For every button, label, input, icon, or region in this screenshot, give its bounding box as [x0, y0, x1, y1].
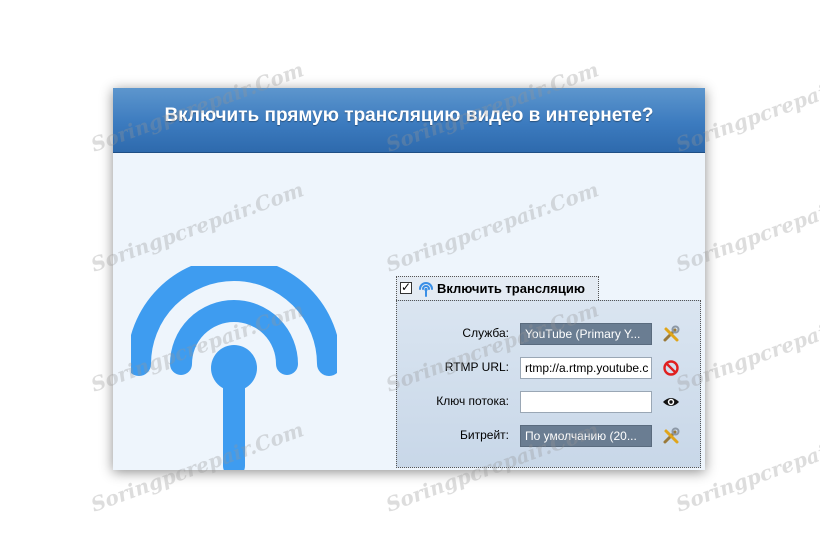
broadcast-signal-icon	[131, 266, 337, 470]
enable-broadcast-checkbox[interactable]: ✓	[400, 281, 412, 294]
stream-key-label: Ключ потока:	[436, 394, 509, 408]
service-select[interactable]: YouTube (Primary Y...	[520, 323, 652, 345]
bitrate-row: Битрейт: По умолчанию (20...	[397, 425, 700, 447]
dialog-header: Включить прямую трансляцию видео в интер…	[113, 88, 705, 153]
bitrate-select[interactable]: По умолчанию (20...	[520, 425, 652, 447]
service-label: Служба:	[462, 326, 509, 340]
no-entry-icon[interactable]	[662, 359, 680, 377]
rtmp-url-row: RTMP URL: rtmp://a.rtmp.youtube.c	[397, 357, 700, 379]
broadcast-icon	[419, 282, 433, 297]
bitrate-label: Битрейт:	[460, 428, 509, 442]
stream-key-row: Ключ потока:	[397, 391, 700, 413]
broadcast-dialog: Включить прямую трансляцию видео в интер…	[113, 88, 705, 470]
rtmp-url-input[interactable]: rtmp://a.rtmp.youtube.c	[520, 357, 652, 379]
tools-icon[interactable]	[662, 427, 680, 445]
tools-icon[interactable]	[662, 325, 680, 343]
enable-broadcast-tab[interactable]: ✓ Включить трансляцию	[396, 276, 599, 300]
eye-icon[interactable]	[662, 393, 680, 411]
stream-key-input[interactable]	[520, 391, 652, 413]
dialog-title: Включить прямую трансляцию видео в интер…	[164, 105, 654, 126]
service-row: Служба: YouTube (Primary Y...	[397, 323, 700, 345]
enable-broadcast-label: Включить трансляцию	[437, 281, 585, 296]
broadcast-settings-panel: Служба: YouTube (Primary Y... RTMP URL: …	[396, 300, 701, 468]
rtmp-url-label: RTMP URL:	[444, 360, 509, 374]
